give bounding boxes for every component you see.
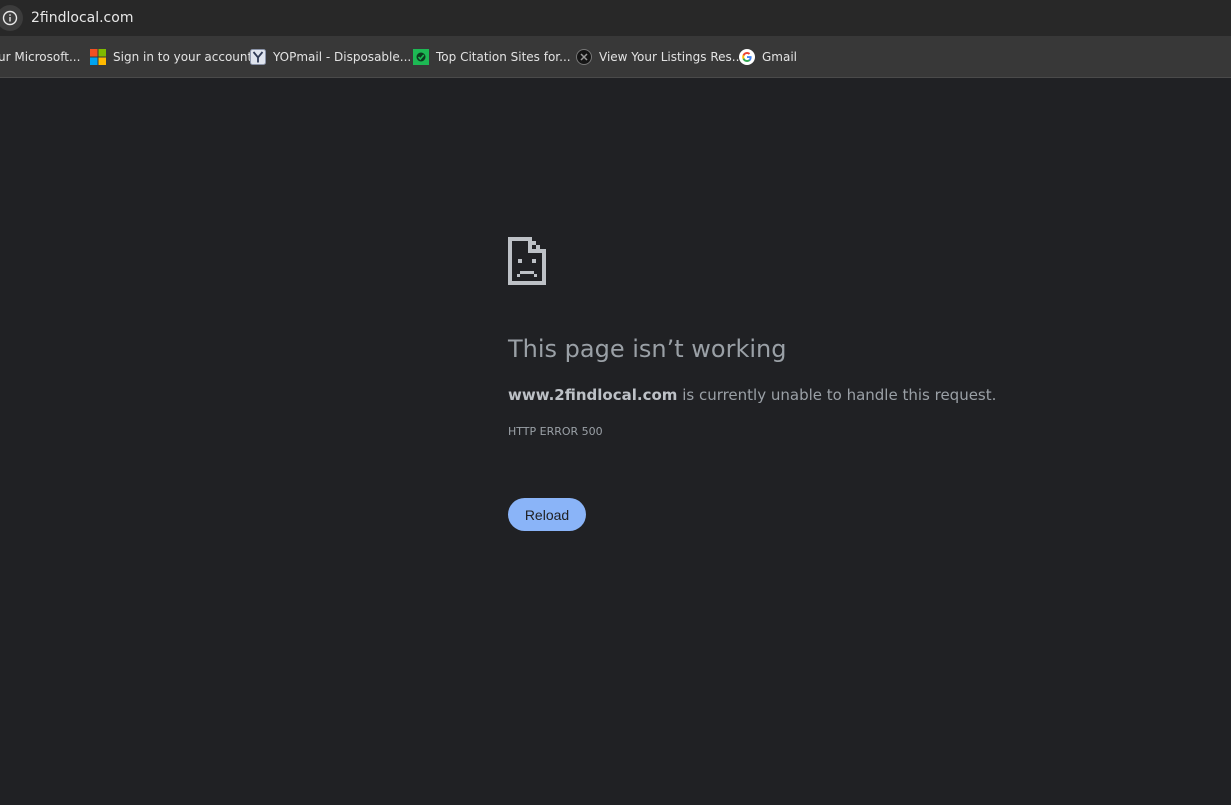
bookmark-label: ur Microsoft... xyxy=(0,50,81,64)
bookmark-yopmail[interactable]: YOPmail - Disposable... xyxy=(250,47,411,67)
bookmark-microsoft-account[interactable]: ur Microsoft... xyxy=(0,47,80,67)
bookmark-view-listings[interactable]: View Your Listings Res... xyxy=(576,47,743,67)
page-content xyxy=(0,79,1231,805)
citation-site-icon xyxy=(413,49,429,65)
listings-site-icon xyxy=(576,49,592,65)
error-domain: www.2findlocal.com xyxy=(508,386,678,404)
error-title: This page isn’t working xyxy=(508,335,787,363)
bookmark-label: Sign in to your account xyxy=(113,50,253,64)
reload-button[interactable]: Reload xyxy=(508,498,586,531)
error-code: HTTP ERROR 500 xyxy=(508,425,603,438)
bookmark-label: Top Citation Sites for... xyxy=(436,50,571,64)
bookmark-label: Gmail xyxy=(762,50,798,64)
bookmark-label: YOPmail - Disposable... xyxy=(273,50,412,64)
address-bar: 2findlocal.com xyxy=(0,0,1231,36)
bookmark-sign-in[interactable]: Sign in to your account xyxy=(90,47,252,67)
yopmail-icon xyxy=(250,49,266,65)
url-text[interactable]: 2findlocal.com xyxy=(31,9,133,27)
info-icon xyxy=(2,10,18,26)
bookmark-top-citation[interactable]: Top Citation Sites for... xyxy=(413,47,571,67)
microsoft-logo-icon xyxy=(90,49,106,65)
site-info-button[interactable] xyxy=(0,5,23,31)
bookmark-gmail[interactable]: Gmail xyxy=(739,47,797,67)
bookmarks-bar: ur Microsoft... Sign in to your account … xyxy=(0,36,1231,78)
google-g-icon xyxy=(739,49,755,65)
sad-page-icon xyxy=(508,237,546,285)
error-description: www.2findlocal.com is currently unable t… xyxy=(508,385,996,405)
error-message: is currently unable to handle this reque… xyxy=(677,386,997,404)
bookmark-label: View Your Listings Res... xyxy=(599,50,744,64)
